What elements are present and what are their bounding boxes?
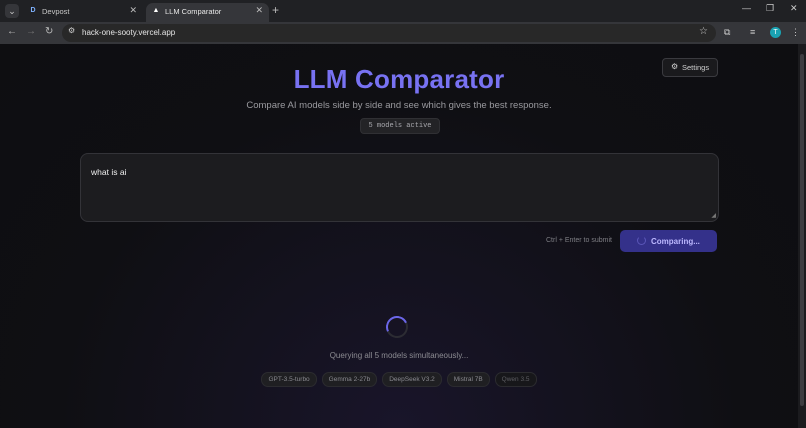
new-tab-icon[interactable]: + xyxy=(272,3,279,17)
media-control-icon[interactable]: ≡ xyxy=(750,27,755,37)
model-chip: DeepSeek V3.2 xyxy=(382,372,442,387)
forward-icon[interactable]: → xyxy=(26,26,36,37)
back-icon[interactable]: ← xyxy=(7,26,17,37)
status-text: Querying all 5 models simultaneously... xyxy=(329,351,469,360)
resize-handle-icon[interactable]: ◢ xyxy=(711,212,716,219)
menu-kebab-icon[interactable]: ⋮ xyxy=(791,27,800,38)
devpost-favicon: D xyxy=(30,7,36,14)
browser-tab-bar: ⌄ D Devpost ✕ ▲ LLM Comparator ✕ + — ❐ ✕ xyxy=(0,0,806,22)
profile-avatar[interactable]: T xyxy=(770,27,781,38)
model-chip: Mistral 7B xyxy=(446,372,490,387)
close-tab-icon[interactable]: ✕ xyxy=(129,5,137,16)
close-window-icon[interactable]: ✕ xyxy=(790,3,798,14)
extensions-icon[interactable]: ⧉ xyxy=(724,27,730,38)
reload-icon[interactable]: ↻ xyxy=(45,26,53,37)
tab-search-icon[interactable]: ⌄ xyxy=(5,4,19,18)
models-active-badge: 5 models active xyxy=(360,118,440,134)
url-text: hack-one-sooty.vercel.app xyxy=(82,28,176,37)
compare-button[interactable]: Comparing... xyxy=(620,230,717,252)
tab-devpost[interactable]: D Devpost ✕ xyxy=(23,3,143,22)
address-bar[interactable]: ⚙ hack-one-sooty.vercel.app ☆ xyxy=(62,24,716,42)
vercel-favicon: ▲ xyxy=(152,7,160,14)
page-subtitle: Compare AI models side by side and see w… xyxy=(246,100,552,111)
minimize-icon[interactable]: — xyxy=(742,3,751,13)
submit-hint: Ctrl + Enter to submit xyxy=(546,237,612,244)
restore-icon[interactable]: ❐ xyxy=(766,3,774,14)
loading-spinner-icon xyxy=(637,236,646,245)
model-chip: GPT-3.5-turbo xyxy=(261,372,317,387)
tab-llm-comparator[interactable]: ▲ LLM Comparator ✕ xyxy=(146,3,269,22)
tab-title: Devpost xyxy=(42,7,70,16)
site-info-icon[interactable]: ⚙ xyxy=(68,26,75,35)
compare-button-label: Comparing... xyxy=(651,237,700,246)
bookmark-star-icon[interactable]: ☆ xyxy=(699,26,708,37)
prompt-input[interactable]: what is ai ◢ xyxy=(80,153,719,222)
close-tab-icon[interactable]: ✕ xyxy=(255,5,263,16)
browser-toolbar: ← → ↻ ⚙ hack-one-sooty.vercel.app ☆ ⧉ ≡ … xyxy=(0,22,806,44)
model-chip: Gemma 2-27b xyxy=(321,372,378,387)
tab-title: LLM Comparator xyxy=(165,7,222,16)
scrollbar-thumb[interactable] xyxy=(800,54,804,406)
prompt-text: what is ai xyxy=(91,167,127,177)
model-chip: Qwen 3.5 xyxy=(494,372,537,387)
model-chip-list: GPT-3.5-turbo Gemma 2-27b DeepSeek V3.2 … xyxy=(0,372,798,387)
page-title: LLM Comparator xyxy=(293,64,505,94)
